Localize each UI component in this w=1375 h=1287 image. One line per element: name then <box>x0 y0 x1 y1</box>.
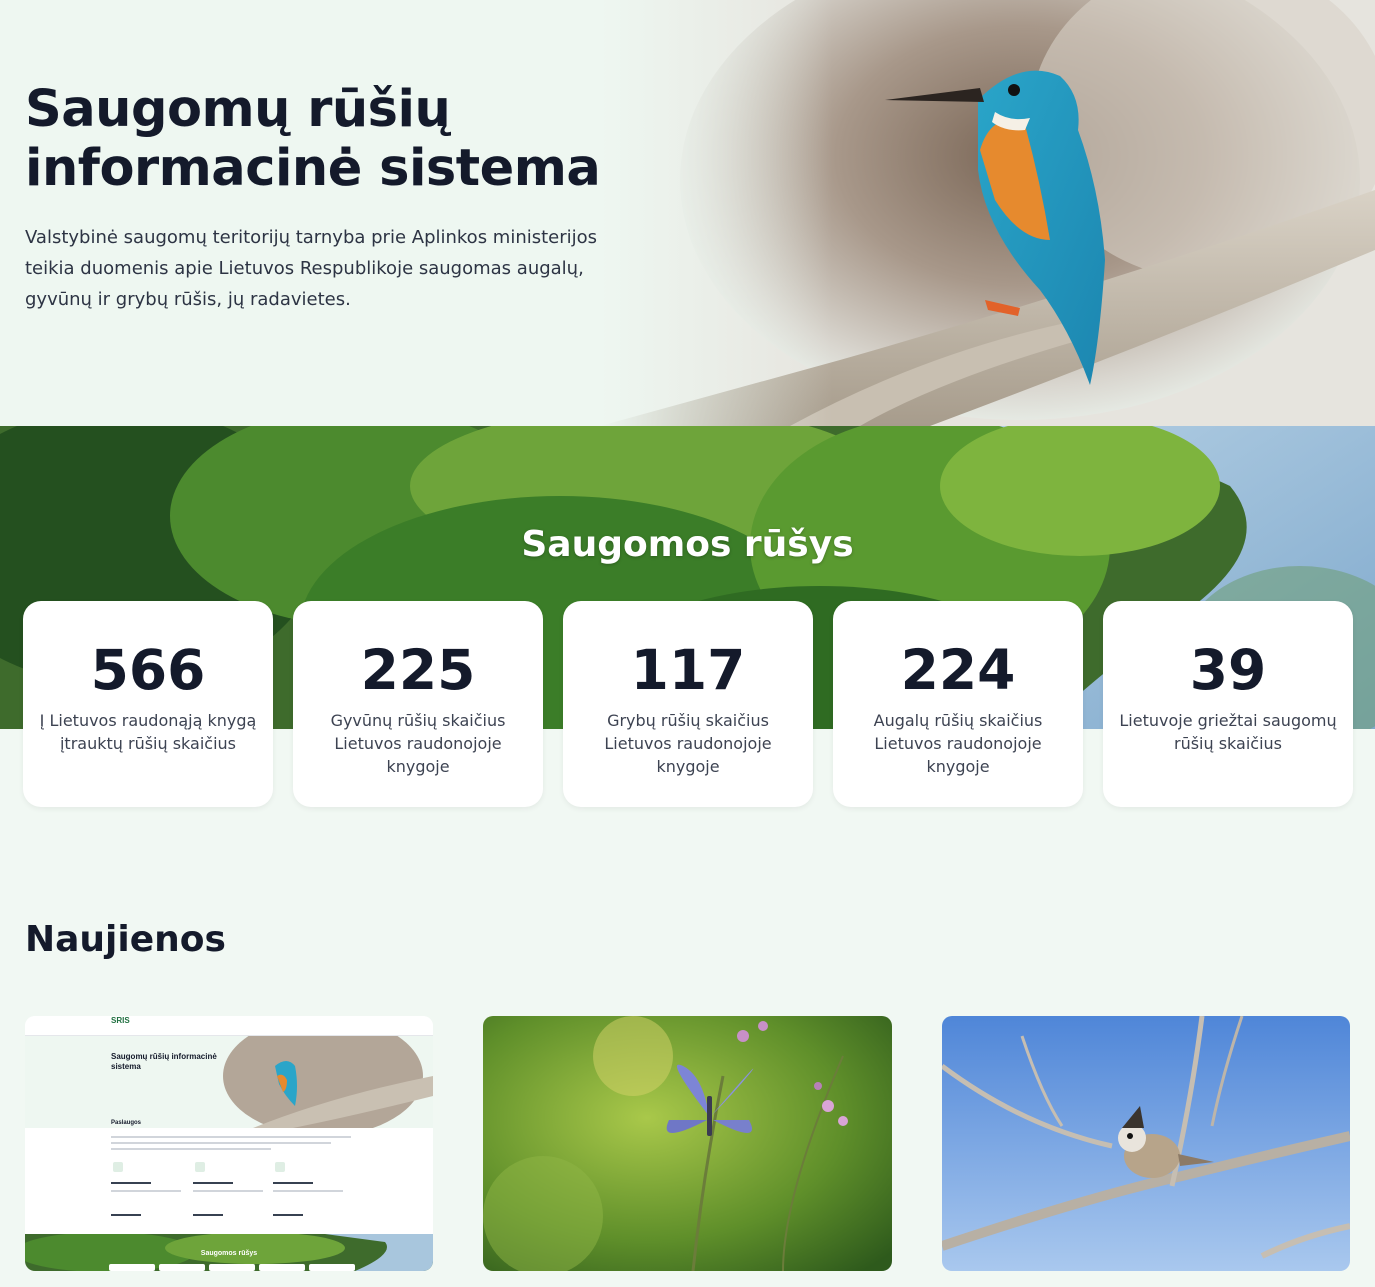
stat-card: 39 Lietuvoje griežtai saugomų rūšių skai… <box>1103 601 1353 807</box>
stat-label: Grybų rūšių skaičius Lietuvos raudonojoj… <box>604 711 772 776</box>
stat-card: 566 Į Lietuvos raudonąją knygą įtrauktų … <box>23 601 273 807</box>
stat-value: 225 <box>360 638 476 702</box>
stat-label: Lietuvoje griežtai saugomų rūšių skaičiu… <box>1119 711 1337 753</box>
stat-label: Augalų rūšių skaičius Lietuvos raudonojo… <box>873 711 1043 776</box>
stat-value: 117 <box>630 638 746 702</box>
news-card-1[interactable]: SRIS Saugomų rūšių informacinė sistema P… <box>25 1016 433 1271</box>
stat-label: Gyvūnų rūšių skaičius Lietuvos raudonojo… <box>330 711 506 776</box>
thumb-kingfisher-icon <box>223 1036 433 1128</box>
stats-title: Saugomos rūšys <box>521 524 854 565</box>
thumb-stats-title: Saugomos rūšys <box>200 1250 258 1257</box>
thumb-section-title: Paslaugos <box>111 1120 142 1126</box>
thumb-title: Saugomų rūšių informacinė sistema <box>111 1052 217 1071</box>
stat-value: 39 <box>1189 638 1267 702</box>
page-title: Saugomų rūšių informacinė sistema <box>25 80 601 198</box>
butterfly-image <box>483 1016 892 1271</box>
news-title: Naujienos <box>25 919 226 960</box>
tit-bird-image <box>942 1016 1350 1271</box>
news-card-2[interactable] <box>483 1016 892 1271</box>
kingfisher-image <box>600 0 1375 426</box>
news-card-3[interactable] <box>942 1016 1350 1271</box>
stat-card: 117 Grybų rūšių skaičius Lietuvos raudon… <box>563 601 813 807</box>
stat-value: 566 <box>90 638 206 702</box>
thumb-content-lines <box>111 1136 351 1216</box>
hero-description: Valstybinė saugomų teritorijų tarnyba pr… <box>25 227 598 310</box>
thumb-logo: SRIS <box>111 1016 130 1025</box>
stat-value: 224 <box>900 638 1016 702</box>
stat-label: Į Lietuvos raudonąją knygą įtrauktų rūši… <box>39 711 257 753</box>
hero-section: Saugomų rūšių informacinė sistema Valsty… <box>0 0 1375 426</box>
stats-cards: 566 Į Lietuvos raudonąją knygą įtrauktų … <box>23 601 1353 807</box>
stat-card: 225 Gyvūnų rūšių skaičius Lietuvos raudo… <box>293 601 543 807</box>
thumb-header: SRIS <box>25 1016 433 1036</box>
website-screenshot-thumbnail: SRIS Saugomų rūšių informacinė sistema P… <box>25 1016 433 1271</box>
stat-card: 224 Augalų rūšių skaičius Lietuvos raudo… <box>833 601 1083 807</box>
